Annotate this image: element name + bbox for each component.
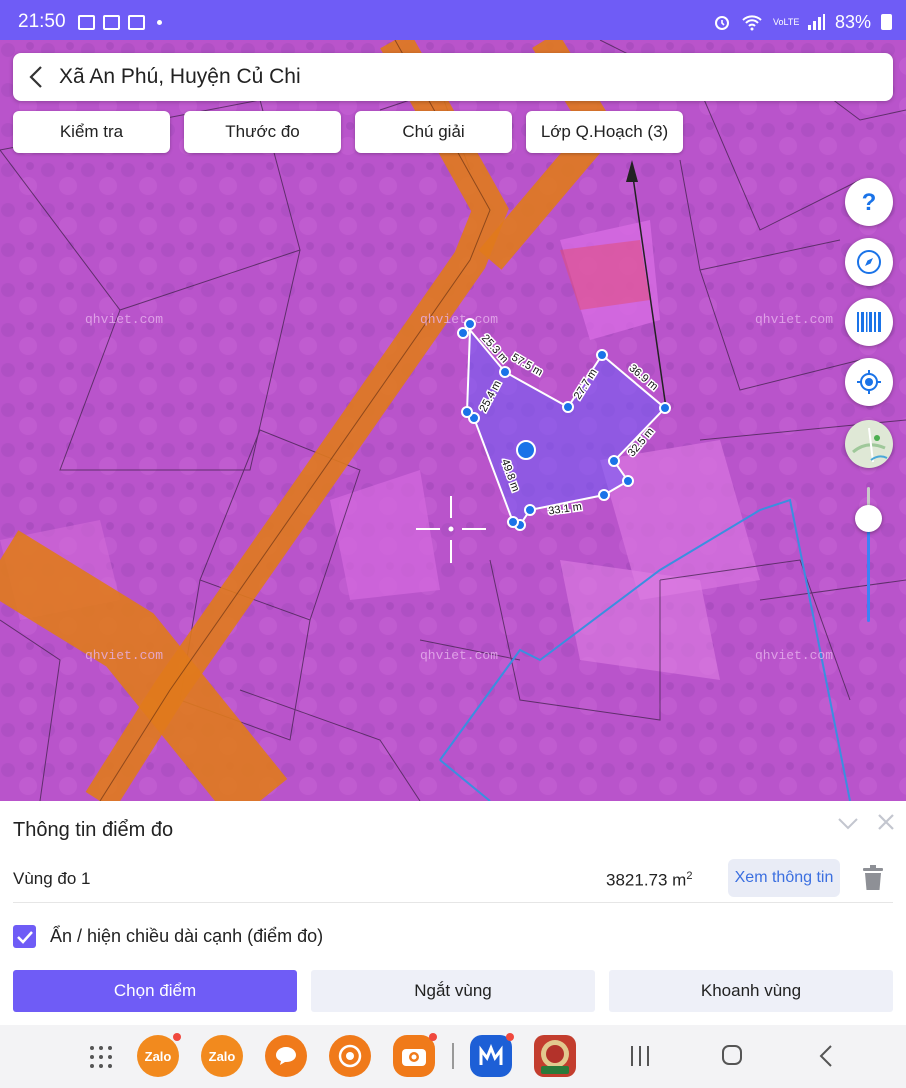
volte-label: VoLTE [772,16,800,27]
area-unit-superscript: 2 [686,870,693,882]
game-app-icon[interactable] [534,1035,576,1077]
compass-icon [857,250,881,274]
trash-icon[interactable] [861,865,885,891]
my-location-button[interactable] [845,358,893,406]
news-icon [102,14,120,30]
wifi-icon [742,15,762,31]
vertex-handle[interactable] [596,349,608,361]
vertex-handle[interactable] [461,406,473,418]
vertex-handle[interactable] [562,401,574,413]
region-name: Vùng đo 1 [13,869,91,888]
chevron-down-icon[interactable] [836,813,860,833]
map-layer-button[interactable] [845,420,893,468]
app-drawer-icon[interactable] [89,1045,113,1069]
help-icon: ? [862,189,877,215]
ruler-button[interactable]: Thước đo [184,111,341,153]
chrome-app-icon[interactable] [329,1035,371,1077]
draw-region-button[interactable]: Khoanh vùng [609,970,893,1012]
alarm-icon [714,16,729,30]
view-info-button[interactable]: Xem thông tin [728,859,840,897]
qhviet-logo-icon [479,1044,503,1065]
check-button[interactable]: Kiểm tra [13,111,170,153]
battery-percent: 83% [834,11,871,32]
barcode-button[interactable] [845,298,893,346]
gallery-icon [77,14,95,30]
nav-back-icon[interactable] [818,1044,834,1068]
panel-title: Thông tin điểm đo [13,819,174,841]
vertex-handle[interactable] [608,455,620,467]
compass-button[interactable] [845,238,893,286]
edge-length-label[interactable]: Ẩn / hiện chiều dài cạnh (điểm đo) [50,926,323,947]
game-icon [541,1040,569,1074]
recent-apps-icon[interactable] [628,1045,652,1067]
battery-icon [881,14,892,30]
app-icon [127,14,145,30]
vertex-handle[interactable] [598,489,610,501]
vertex-handle[interactable] [622,475,634,487]
watermark-text: qhviet.com [755,648,833,663]
edge-length-checkbox[interactable] [13,925,36,948]
break-region-button[interactable]: Ngắt vùng [311,970,595,1012]
watermark-text: qhviet.com [420,312,498,327]
signal-icon [807,14,825,30]
vertex-handle[interactable] [524,504,536,516]
qhviet-app-icon[interactable] [470,1033,514,1077]
more-notifications-icon [156,19,162,25]
zalo-app-icon[interactable]: Zalo [137,1033,181,1077]
select-point-button[interactable]: Chọn điểm [13,970,297,1012]
home-icon[interactable] [720,1043,744,1067]
measure-info-panel: Thông tin điểm đo Vùng đo 1 3821.73 m2 X… [0,801,906,1025]
area-value: 3821.73 m2 [606,870,692,891]
area-number: 3821.73 m [606,870,687,890]
back-icon[interactable] [13,53,59,101]
notification-badge [506,1033,514,1041]
vertex-handle[interactable] [464,318,476,330]
dock-divider [452,1043,454,1069]
zoom-slider-fill[interactable] [867,530,870,622]
system-nav-bar: Zalo Zalo [0,1025,906,1088]
action-buttons: Chọn điểm Ngắt vùng Khoanh vùng [13,970,893,1012]
zalo-label: Zalo [208,1048,236,1064]
map-layer-icon [848,423,890,465]
watermark-text: qhviet.com [755,312,833,327]
map-canvas[interactable]: qhviet.com qhviet.com qhviet.com qhviet.… [0,40,906,801]
messages-app-icon[interactable] [265,1035,307,1077]
location-title[interactable]: Xã An Phú, Huyện Củ Chi [59,65,301,89]
close-icon[interactable] [875,811,897,833]
my-location-icon [857,370,881,394]
check-icon [16,930,33,944]
barcode-icon [857,312,881,332]
map-view[interactable]: qhviet.com qhviet.com qhviet.com qhviet.… [0,40,906,801]
toggle-edge-length[interactable]: Ẩn / hiện chiều dài cạnh (điểm đo) [13,925,323,948]
svg-text:?: ? [862,189,877,215]
watermark-text: qhviet.com [420,648,498,663]
browser-icon [338,1044,362,1068]
zoom-slider-handle[interactable] [855,505,882,532]
notification-badge [173,1033,181,1041]
zoom-slider-track[interactable] [867,487,870,507]
vertex-handle[interactable] [507,516,519,528]
vertex-handle[interactable] [659,402,671,414]
status-time: 21:50 [18,11,66,32]
toolbar-chips: Kiểm tra Thước đo Chú giải Lớp Q.Hoạch (… [13,111,683,153]
legend-button[interactable]: Chú giải [355,111,512,153]
watermark-text: qhviet.com [85,648,163,663]
chat-bubble-icon [276,1047,296,1065]
camera-app-icon[interactable] [393,1033,437,1077]
measure-row: Vùng đo 1 3821.73 m2 Xem thông tin [13,857,893,903]
vertex-handle[interactable] [499,366,511,378]
planning-layer-button[interactable]: Lớp Q.Hoạch (3) [526,111,683,153]
notification-icons [77,14,162,30]
polygon-center[interactable] [516,440,536,460]
vertex-handle[interactable] [457,327,469,339]
watermark-text: qhviet.com [85,312,163,327]
notification-badge [429,1033,437,1041]
zalo-label: Zalo [144,1048,172,1064]
zalo-app-icon-2[interactable]: Zalo [201,1035,243,1077]
search-bar[interactable]: Xã An Phú, Huyện Củ Chi [13,53,893,101]
camera-icon [402,1049,426,1066]
help-button[interactable]: ? [845,178,893,226]
status-bar: 21:50 VoLTE 83% [0,0,906,44]
